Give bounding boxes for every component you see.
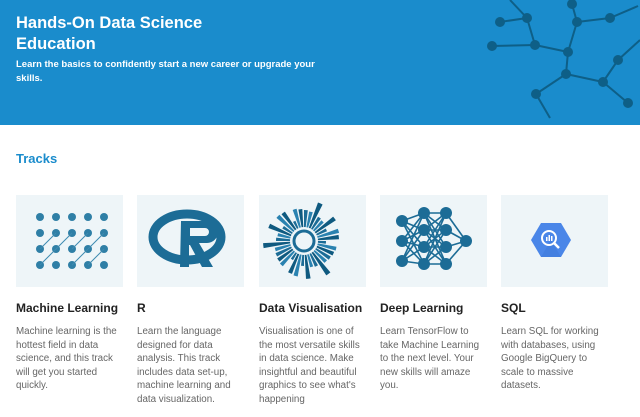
track-description: Machine learning is the hottest field in… bbox=[16, 326, 117, 391]
track-description: Learn SQL for working with databases, us… bbox=[501, 326, 599, 391]
track-card-data-visualisation[interactable]: Data Visualisation Visualisation is one … bbox=[259, 195, 367, 406]
track-description: Learn the language designed for data ana… bbox=[137, 326, 231, 405]
track-description: Visualisation is one of the most versati… bbox=[259, 326, 360, 405]
hero-title: Hands-On Data Science Education bbox=[16, 14, 203, 53]
track-card-deep-learning[interactable]: Deep Learning Learn TensorFlow to take M… bbox=[380, 195, 488, 393]
track-card-r[interactable]: R Learn the language designed for data a… bbox=[137, 195, 245, 406]
track-image[interactable] bbox=[137, 195, 244, 287]
bigquery-icon bbox=[531, 223, 571, 257]
track-title[interactable]: Machine Learning bbox=[16, 302, 124, 315]
neural-network-icon bbox=[396, 207, 472, 270]
track-title[interactable]: Deep Learning bbox=[380, 302, 488, 315]
track-image[interactable] bbox=[501, 195, 608, 287]
machine-learning-dots-icon bbox=[36, 213, 108, 269]
radial-chart-icon bbox=[263, 202, 340, 279]
track-description: Learn TensorFlow to take Machine Learnin… bbox=[380, 326, 480, 391]
section-title: Tracks bbox=[16, 151, 58, 166]
network-graph-icon bbox=[487, 0, 640, 119]
hero-banner: Hands-On Data Science Education Learn th… bbox=[0, 0, 640, 125]
hero-subtitle: Learn the basics to confidently start a … bbox=[16, 59, 315, 84]
track-image[interactable] bbox=[380, 195, 487, 287]
track-title[interactable]: Data Visualisation bbox=[259, 302, 367, 315]
track-title[interactable]: SQL bbox=[501, 302, 609, 315]
track-card-sql[interactable]: SQL Learn SQL for working with databases… bbox=[501, 195, 609, 393]
track-image[interactable] bbox=[259, 195, 366, 287]
track-image[interactable] bbox=[16, 195, 123, 287]
r-logo-icon bbox=[148, 209, 226, 267]
track-card-machine-learning[interactable]: Machine Learning Machine learning is the… bbox=[16, 195, 124, 393]
track-title[interactable]: R bbox=[137, 302, 245, 315]
